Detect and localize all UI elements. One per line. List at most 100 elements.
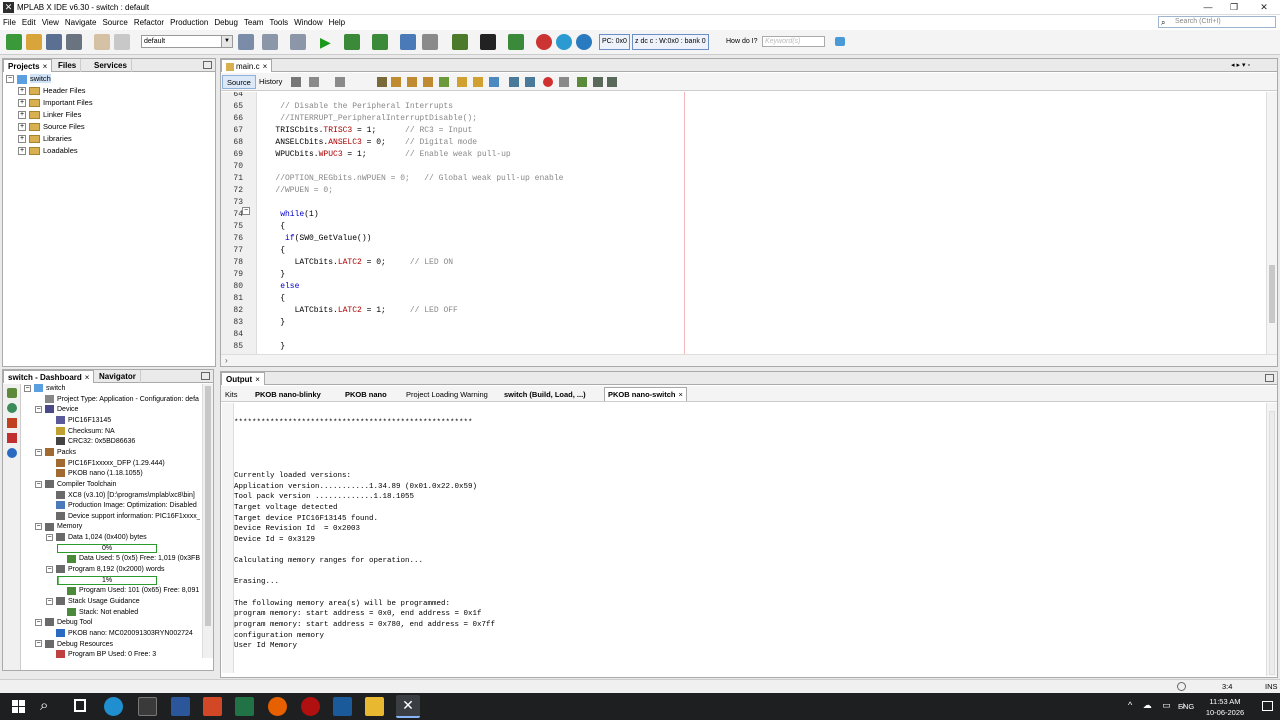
- close-icon[interactable]: ×: [263, 62, 268, 71]
- menu-view[interactable]: View: [39, 15, 62, 30]
- dashboard-row[interactable]: Stack: Not enabled: [57, 607, 138, 619]
- run-project-icon[interactable]: ▶: [320, 34, 331, 51]
- minimize-panel-icon[interactable]: [203, 61, 212, 69]
- tab-dashboard[interactable]: switch - Dashboard ×: [3, 370, 95, 383]
- keyword-input[interactable]: Keyword(s): [762, 36, 825, 47]
- debug-project-icon[interactable]: [400, 34, 416, 50]
- expand-toggle-icon[interactable]: −: [24, 384, 31, 392]
- dashboard-row[interactable]: Data Used: 5 (0x5) Free: 1,019 (0x3FB: [57, 554, 200, 565]
- editor-action-icons[interactable]: [291, 76, 617, 88]
- app-red-icon[interactable]: [301, 697, 320, 716]
- code-line[interactable]: while(1): [261, 209, 318, 221]
- code-line[interactable]: TRISCbits.TRISC3 = 1; // RC3 = Input: [261, 125, 472, 137]
- dashboard-row[interactable]: PIC16F13145: [46, 416, 111, 427]
- clock[interactable]: 11:53 AM 10-06-2026: [1200, 696, 1250, 718]
- expand-toggle-icon[interactable]: −: [46, 533, 53, 541]
- expand-toggle-icon[interactable]: −: [35, 640, 42, 648]
- file-explorer-icon[interactable]: [138, 697, 157, 716]
- open-project-icon[interactable]: [26, 34, 42, 50]
- menu-window[interactable]: Window: [291, 15, 325, 30]
- tab-source[interactable]: Source: [222, 75, 256, 89]
- output-tab-switch-build[interactable]: switch (Build, Load, ...): [504, 390, 586, 399]
- expand-toggle-icon[interactable]: −: [35, 523, 42, 531]
- code-line[interactable]: if(SW0_GetValue()): [261, 233, 371, 245]
- dashboard-row[interactable]: − Device: [35, 405, 78, 416]
- menu-help[interactable]: Help: [326, 15, 348, 30]
- dv-icon[interactable]: [452, 34, 468, 50]
- dashboard-row[interactable]: PIC16F1xxxxx_DFP (1.29.444): [46, 458, 165, 470]
- dashboard-row[interactable]: 1%: [57, 575, 157, 587]
- menu-edit[interactable]: Edit: [19, 15, 39, 30]
- code-line[interactable]: {: [261, 221, 285, 233]
- scrollbar-thumb[interactable]: [1269, 411, 1275, 675]
- output-tab-pkob-switch[interactable]: PKOB nano-switch ×: [604, 387, 687, 401]
- dashboard-row[interactable]: PKOB nano: MC020091303RYN002724: [46, 629, 193, 640]
- code-line[interactable]: else: [261, 281, 299, 293]
- editor-vscrollbar[interactable]: [1266, 92, 1277, 354]
- tab-navigator[interactable]: Navigator: [95, 370, 141, 383]
- output-text-area[interactable]: ****************************************…: [221, 403, 1266, 677]
- dashboard-row[interactable]: − Stack Usage Guidance: [46, 597, 140, 608]
- search-icon[interactable]: ⌕: [40, 697, 48, 714]
- tab-main-c[interactable]: main.c ×: [221, 59, 273, 72]
- editor-nav-arrows[interactable]: ◂▸▾▫: [1231, 61, 1252, 69]
- editor-hscrollbar[interactable]: ›: [221, 354, 1277, 366]
- code-line[interactable]: }: [261, 341, 285, 353]
- dashboard-row[interactable]: Device support information: PIC16F1xxxx_: [46, 511, 200, 523]
- expand-toggle-icon[interactable]: −: [35, 448, 42, 456]
- output-tab-pkob-blinky[interactable]: PKOB nano-blinky: [255, 390, 321, 399]
- output-tab-pkob-nano[interactable]: PKOB nano: [345, 390, 387, 399]
- save-all-icon[interactable]: [66, 34, 82, 50]
- properties-icon[interactable]: [7, 403, 17, 413]
- menu-production[interactable]: Production: [167, 15, 211, 30]
- close-icon[interactable]: ×: [679, 390, 683, 399]
- make-program-icon[interactable]: [344, 34, 360, 50]
- maximize-button[interactable]: ❐: [1220, 0, 1248, 15]
- memory-icon[interactable]: [7, 418, 17, 428]
- expand-toggle-icon[interactable]: −: [46, 565, 53, 573]
- tab-output[interactable]: Output ×: [221, 372, 265, 385]
- dashboard-row[interactable]: − Debug Resources: [35, 639, 113, 651]
- app-blue-icon[interactable]: [333, 697, 352, 716]
- firefox-icon[interactable]: [268, 697, 287, 716]
- code-line[interactable]: WPUCbits.WPUC3 = 1; // Enable weak pull-…: [261, 149, 510, 161]
- menu-navigate[interactable]: Navigate: [62, 15, 100, 30]
- dashboard-scrollbar[interactable]: [202, 384, 213, 658]
- code-line[interactable]: //INTERRUPT_PeripheralInterruptDisable()…: [261, 113, 477, 125]
- tab-history[interactable]: History: [257, 75, 284, 89]
- tab-files[interactable]: Files: [54, 59, 82, 72]
- output-tab-project-warning[interactable]: Project Loading Warning: [406, 390, 488, 399]
- chat-icon[interactable]: [835, 37, 845, 46]
- code-line[interactable]: // Disable the Peripheral Interrupts: [261, 101, 453, 113]
- menu-refactor[interactable]: Refactor: [131, 15, 167, 30]
- dashboard-row[interactable]: 0%: [57, 543, 157, 555]
- dashboard-row[interactable]: PKOB nano (1.18.1055): [46, 469, 143, 480]
- dashboard-row[interactable]: CRC32: 0x5BD86636: [46, 437, 135, 448]
- output-vscrollbar[interactable]: [1266, 403, 1277, 676]
- dashboard-row[interactable]: Program Used: 101 (0x65) Free: 8,091: [57, 586, 199, 597]
- expand-toggle-icon[interactable]: −: [35, 480, 42, 488]
- expand-toggle-icon[interactable]: −: [35, 405, 42, 413]
- close-icon[interactable]: ×: [43, 62, 48, 71]
- minimize-panel-icon[interactable]: [201, 372, 210, 380]
- language-indicator[interactable]: ENG: [1178, 702, 1194, 711]
- code-line[interactable]: }: [261, 269, 285, 281]
- powerpoint-icon[interactable]: [203, 697, 222, 716]
- expand-toggle-icon[interactable]: −: [46, 597, 53, 605]
- dashboard-row[interactable]: Project Type: Application - Configuratio…: [35, 394, 199, 406]
- dashboard-row[interactable]: − switch: [24, 384, 65, 395]
- menu-file[interactable]: File: [0, 15, 19, 30]
- folder-icon[interactable]: [365, 697, 384, 716]
- tab-projects[interactable]: Projects ×: [3, 59, 53, 72]
- dashboard-row[interactable]: − Memory: [35, 522, 82, 533]
- tree-libraries[interactable]: + Libraries: [18, 133, 72, 145]
- tree-linker-files[interactable]: + Linker Files: [18, 109, 81, 121]
- code-line[interactable]: {: [261, 293, 285, 305]
- mcc-icon[interactable]: [576, 34, 592, 50]
- tree-loadables[interactable]: + Loadables: [18, 145, 78, 157]
- close-button[interactable]: ✕: [1250, 0, 1278, 15]
- refresh-icon[interactable]: [7, 388, 17, 398]
- windows-start-icon[interactable]: [12, 700, 26, 714]
- scrollbar-thumb[interactable]: [1269, 265, 1275, 323]
- task-view-icon[interactable]: [74, 699, 86, 712]
